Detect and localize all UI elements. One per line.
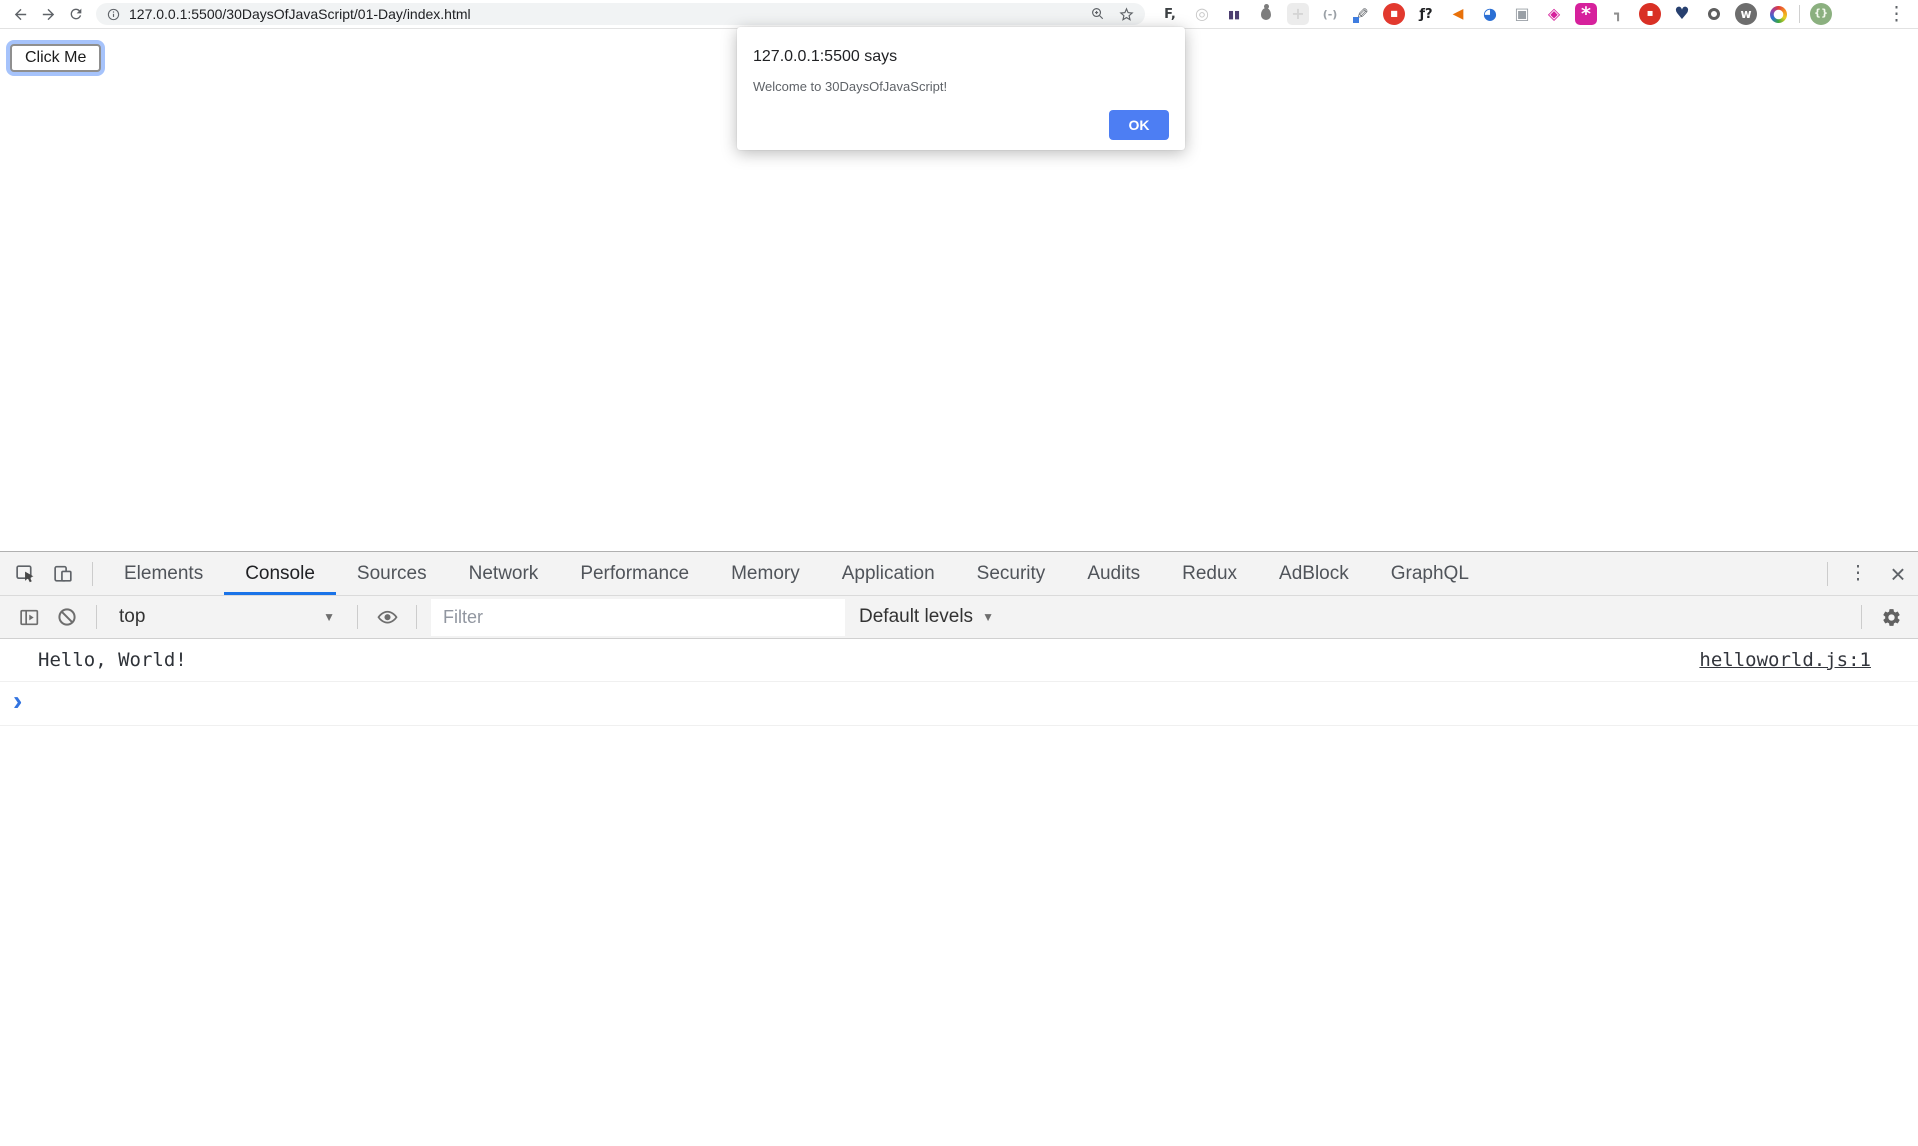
log-level-label: Default levels bbox=[859, 606, 973, 628]
tab-redux[interactable]: Redux bbox=[1161, 552, 1258, 595]
back-icon bbox=[12, 6, 29, 23]
chevron-down-icon: ▼ bbox=[982, 610, 994, 624]
inspect-element-button[interactable] bbox=[6, 552, 44, 595]
eye-icon bbox=[376, 606, 399, 629]
live-expression-button[interactable] bbox=[368, 606, 406, 629]
browser-toolbar: 127.0.0.1:5500/30DaysOfJavaScript/01-Day… bbox=[0, 0, 1918, 29]
tab-performance[interactable]: Performance bbox=[559, 552, 710, 595]
bug-extension-icon[interactable] bbox=[1255, 3, 1277, 25]
reload-button[interactable] bbox=[62, 1, 90, 27]
reload-icon bbox=[68, 6, 84, 22]
devtools-more-icon[interactable]: ⋮ bbox=[1838, 552, 1878, 595]
devtools-close-icon[interactable]: × bbox=[1878, 552, 1918, 595]
forward-icon bbox=[40, 6, 57, 23]
browser-window: 127.0.0.1:5500/30DaysOfJavaScript/01-Day… bbox=[0, 0, 1918, 1146]
console-log-row: Hello, World!helloworld.js:1 bbox=[0, 639, 1918, 682]
font-extension-icon[interactable]: F, bbox=[1159, 3, 1181, 25]
tab-console[interactable]: Console bbox=[224, 552, 336, 595]
tab-application[interactable]: Application bbox=[821, 552, 956, 595]
prompt-chevron-icon: › bbox=[13, 687, 22, 715]
alert-actions: OK bbox=[753, 110, 1169, 140]
device-toolbar-button[interactable] bbox=[44, 552, 82, 595]
forward-button[interactable] bbox=[34, 1, 62, 27]
tab-elements[interactable]: Elements bbox=[103, 552, 224, 595]
tab-adblock[interactable]: AdBlock bbox=[1258, 552, 1370, 595]
console-source-link[interactable]: helloworld.js:1 bbox=[1699, 649, 1871, 671]
toolbar-separator-1 bbox=[96, 605, 97, 629]
graphql-extension-icon[interactable]: ◈ bbox=[1543, 3, 1565, 25]
url-bar[interactable]: 127.0.0.1:5500/30DaysOfJavaScript/01-Day… bbox=[96, 3, 1145, 25]
back-button[interactable] bbox=[6, 1, 34, 27]
panels-extension-icon[interactable]: ▮▮ bbox=[1223, 3, 1245, 25]
rainbow-ring-extension-icon[interactable] bbox=[1767, 3, 1789, 25]
tabbar-spacer bbox=[1490, 552, 1817, 595]
tab-memory[interactable]: Memory bbox=[710, 552, 821, 595]
hand-block-extension-icon[interactable]: ■ bbox=[1383, 3, 1405, 25]
camera-extension-icon[interactable]: ▣ bbox=[1511, 3, 1533, 25]
swirl-extension-icon[interactable]: ◕ bbox=[1479, 3, 1501, 25]
gear-square-extension-icon[interactable]: * bbox=[1575, 3, 1597, 25]
tab-security[interactable]: Security bbox=[956, 552, 1067, 595]
tab-graphql[interactable]: GraphQL bbox=[1370, 552, 1490, 595]
heart-search-extension-icon[interactable]: ♥ bbox=[1671, 3, 1693, 25]
devtools-tabs: ElementsConsoleSourcesNetworkPerformance… bbox=[103, 552, 1490, 595]
devtools-tab-bar: ElementsConsoleSourcesNetworkPerformance… bbox=[0, 552, 1918, 596]
elbow-extension-icon[interactable]: ┓ bbox=[1607, 3, 1629, 25]
chevron-down-icon: ▼ bbox=[323, 610, 335, 624]
bookmark-extension-icon[interactable]: ▪ bbox=[1639, 3, 1661, 25]
w-wave-extension-icon[interactable]: w bbox=[1735, 3, 1757, 25]
click-me-button[interactable]: Click Me bbox=[10, 44, 101, 72]
console-prompt[interactable]: › bbox=[0, 682, 1918, 726]
inspect-cursor-icon bbox=[14, 562, 37, 585]
console-log: Hello, World!helloworld.js:1 bbox=[0, 639, 1918, 682]
browser-menu-icon[interactable]: ⋮ bbox=[1883, 5, 1910, 24]
console-sidebar-toggle-button[interactable] bbox=[10, 606, 48, 629]
zoom-icon[interactable] bbox=[1090, 6, 1106, 22]
context-selector[interactable]: top ▼ bbox=[107, 596, 347, 638]
gear-icon bbox=[1881, 607, 1902, 628]
alert-ok-button[interactable]: OK bbox=[1109, 110, 1169, 140]
console-toolbar: top ▼ Default levels ▼ bbox=[0, 596, 1918, 639]
tab-sources[interactable]: Sources bbox=[336, 552, 448, 595]
console-filter-input[interactable] bbox=[431, 599, 845, 636]
tab-network[interactable]: Network bbox=[448, 552, 560, 595]
console-sidebar-icon bbox=[18, 606, 41, 629]
site-info-icon[interactable] bbox=[106, 7, 121, 22]
eyedropper-extension-icon[interactable]: ✎ bbox=[1351, 3, 1373, 25]
toolbar-separator-3 bbox=[416, 605, 417, 629]
url-text[interactable]: 127.0.0.1:5500/30DaysOfJavaScript/01-Day… bbox=[129, 6, 471, 22]
bookmark-star-icon[interactable] bbox=[1118, 6, 1135, 23]
disabled-grid-extension-icon[interactable]: + bbox=[1287, 3, 1309, 25]
tabbar-separator bbox=[92, 562, 93, 586]
console-message: Hello, World! bbox=[38, 649, 1699, 671]
ban-circle-icon bbox=[56, 606, 78, 628]
function-help-extension-icon[interactable]: ƒ? bbox=[1415, 3, 1437, 25]
alert-message: Welcome to 30DaysOfJavaScript! bbox=[753, 79, 1169, 94]
context-selector-label: top bbox=[119, 606, 145, 628]
alert-dialog: 127.0.0.1:5500 says Welcome to 30DaysOfJ… bbox=[737, 27, 1185, 150]
device-toolbar-icon bbox=[52, 562, 75, 585]
megaphone-extension-icon[interactable]: ◀ bbox=[1447, 3, 1469, 25]
alert-title: 127.0.0.1:5500 says bbox=[753, 48, 1169, 66]
toolbar-separator-4 bbox=[1861, 605, 1862, 629]
atom-extension-icon[interactable]: ◎ bbox=[1191, 3, 1213, 25]
power-ring-extension-icon[interactable] bbox=[1703, 3, 1725, 25]
page-viewport: Click Me 127.0.0.1:5500 says Welcome to … bbox=[0, 29, 1918, 551]
clear-console-button[interactable] bbox=[48, 606, 86, 628]
json-braces-extension-icon[interactable]: {} bbox=[1810, 3, 1832, 25]
tab-audits[interactable]: Audits bbox=[1066, 552, 1161, 595]
extensions-bar: F, ◎ ▮▮ + (-) ✎ ■ ƒ? ◀ ◕ ▣ ◈ * ┓ ▪ ♥ w {} bbox=[1145, 3, 1883, 25]
log-level-selector[interactable]: Default levels ▼ bbox=[859, 606, 994, 628]
console-settings-button[interactable] bbox=[1872, 607, 1910, 628]
devtools-panel: ElementsConsoleSourcesNetworkPerformance… bbox=[0, 551, 1918, 1146]
tabbar-right-separator bbox=[1827, 562, 1828, 586]
extensions-separator bbox=[1799, 5, 1800, 23]
toolbar-separator-2 bbox=[357, 605, 358, 629]
parens-extension-icon[interactable]: (-) bbox=[1319, 3, 1341, 25]
